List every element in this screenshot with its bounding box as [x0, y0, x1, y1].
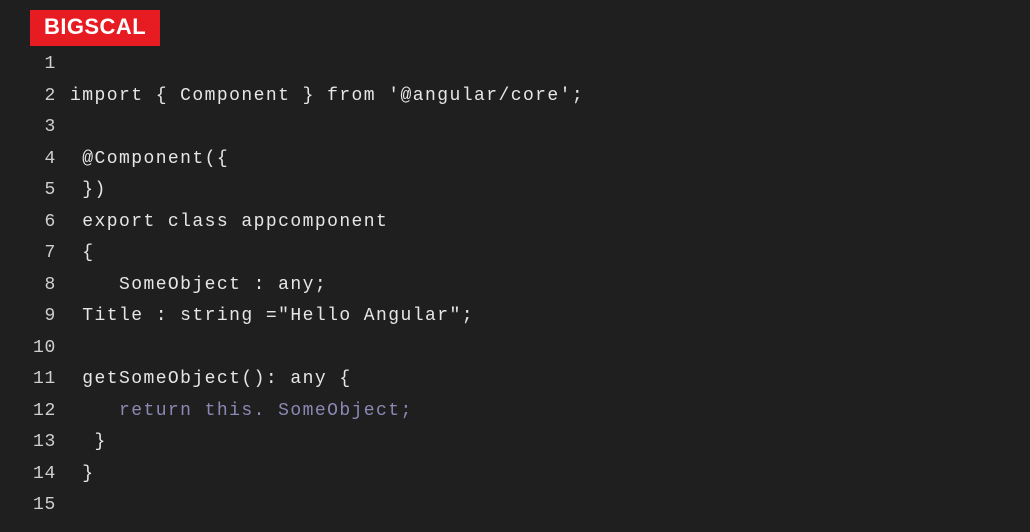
brand-logo: BIGSCAL — [30, 10, 160, 46]
code-line: 10 — [20, 338, 1010, 370]
code-line: 12 return this. SomeObject; — [20, 401, 1010, 433]
code-line: 7 { — [20, 243, 1010, 275]
code-text-muted: return this. SomeObject; — [119, 401, 413, 421]
code-line: 8 SomeObject : any; — [20, 275, 1010, 307]
line-number: 1 — [20, 54, 56, 74]
code-text: @Component({ — [70, 149, 229, 169]
code-line: 9 Title : string ="Hello Angular"; — [20, 306, 1010, 338]
line-number: 8 — [20, 275, 56, 295]
code-text: export class appcomponent — [70, 212, 388, 232]
code-editor: 1 2 import { Component } from '@angular/… — [20, 54, 1010, 527]
line-number: 5 — [20, 180, 56, 200]
code-text: { — [70, 243, 94, 263]
code-line: 15 — [20, 495, 1010, 527]
code-line: 11 getSomeObject(): any { — [20, 369, 1010, 401]
line-number: 15 — [20, 495, 56, 515]
code-text — [70, 401, 119, 421]
code-line: 1 — [20, 54, 1010, 86]
line-number: 12 — [20, 401, 56, 421]
line-number: 13 — [20, 432, 56, 452]
code-line: 14 } — [20, 464, 1010, 496]
code-text: import { Component } from '@angular/core… — [70, 86, 584, 106]
code-line: 2 import { Component } from '@angular/co… — [20, 86, 1010, 118]
code-text: }) — [70, 180, 107, 200]
code-line: 6 export class appcomponent — [20, 212, 1010, 244]
code-line: 13 } — [20, 432, 1010, 464]
line-number: 14 — [20, 464, 56, 484]
code-line: 5 }) — [20, 180, 1010, 212]
code-line: 3 — [20, 117, 1010, 149]
line-number: 6 — [20, 212, 56, 232]
line-number: 11 — [20, 369, 56, 389]
line-number: 3 — [20, 117, 56, 137]
logo-container: BIGSCAL — [30, 10, 160, 46]
line-number: 2 — [20, 86, 56, 106]
line-number: 7 — [20, 243, 56, 263]
line-number: 10 — [20, 338, 56, 358]
code-text: SomeObject : any; — [70, 275, 327, 295]
code-text: getSomeObject(): any { — [70, 369, 352, 389]
line-number: 4 — [20, 149, 56, 169]
line-number: 9 — [20, 306, 56, 326]
code-text: } — [70, 464, 94, 484]
code-text: } — [70, 432, 107, 452]
code-text: Title : string ="Hello Angular"; — [70, 306, 474, 326]
code-line: 4 @Component({ — [20, 149, 1010, 181]
